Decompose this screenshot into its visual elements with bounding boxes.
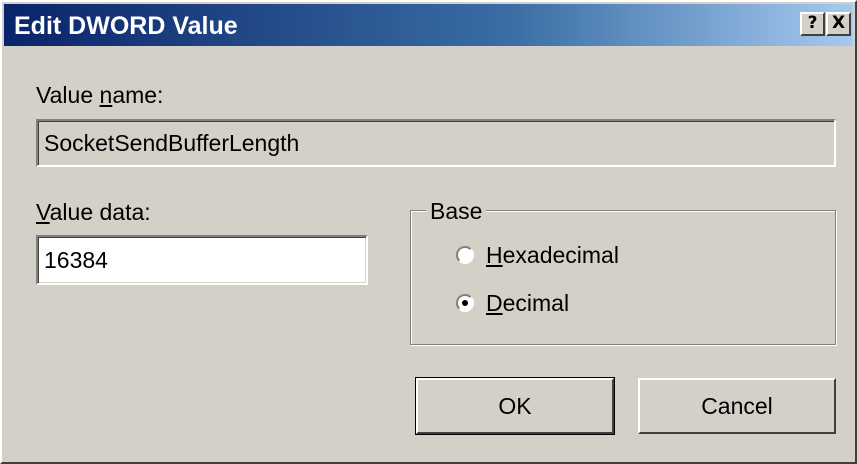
base-groupbox [410, 210, 836, 345]
base-group-label: Base [426, 198, 487, 224]
dialog-title: Edit DWORD Value [14, 12, 238, 40]
ok-button[interactable]: OK [415, 377, 615, 435]
value-name-accel-key: n [99, 82, 113, 108]
close-button[interactable]: X [826, 12, 851, 36]
decimal-radio[interactable] [456, 294, 474, 312]
value-name-label: Value name: [36, 82, 164, 108]
hexadecimal-label[interactable]: Hexadecimal [486, 242, 619, 268]
help-button[interactable]: ? [800, 12, 825, 36]
value-data-accel-key: V [36, 199, 50, 225]
value-data-label: Value data: [36, 199, 151, 225]
cancel-button[interactable]: Cancel [638, 378, 836, 434]
title-bar[interactable]: Edit DWORD Value ? X [4, 4, 853, 46]
value-name-field: SocketSendBufferLength [36, 119, 836, 167]
decimal-label[interactable]: Decimal [486, 290, 569, 316]
value-data-input[interactable]: 16384 [36, 235, 368, 285]
edit-dword-dialog: Edit DWORD Value ? X Value name: SocketS… [0, 0, 857, 464]
hexadecimal-radio[interactable] [456, 246, 474, 264]
